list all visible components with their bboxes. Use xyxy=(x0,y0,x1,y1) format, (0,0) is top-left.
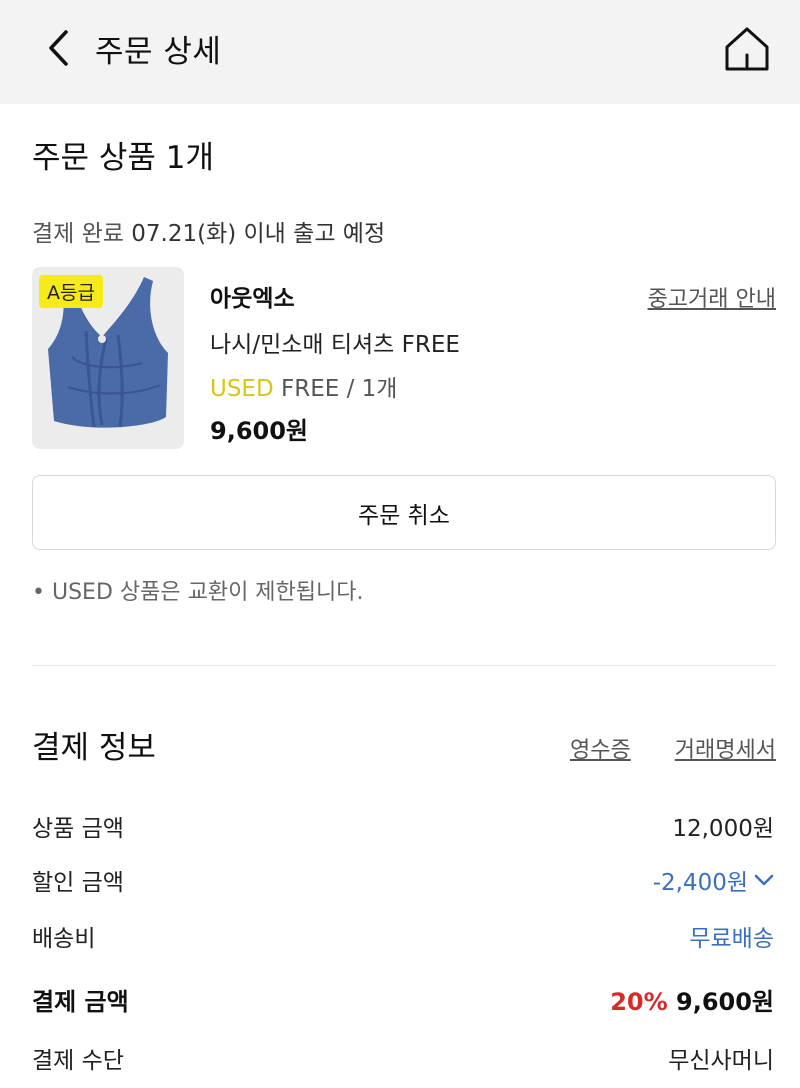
product-price: 9,600원 xyxy=(210,417,308,445)
total-payment-label: 결제 금액 xyxy=(32,988,129,1016)
product-amount-value: 12,000원 xyxy=(672,816,774,842)
total-discount-rate: 20% xyxy=(610,988,668,1016)
total-payment-value: 9,600원 xyxy=(676,988,774,1016)
option-text: FREE / 1개 xyxy=(281,376,398,402)
payment-method-value: 무신사머니 xyxy=(668,1048,774,1074)
used-tag: USED xyxy=(210,376,274,402)
top-app-bar: 주문 상세 xyxy=(0,0,800,104)
chevron-down-icon xyxy=(754,874,774,886)
transaction-statement-link[interactable]: 거래명세서 xyxy=(675,732,776,764)
discount-amount-value: -2,400원 xyxy=(652,870,748,896)
product-amount-label: 상품 금액 xyxy=(32,816,124,842)
product-option: USED FREE / 1개 xyxy=(210,369,397,403)
payment-status: 결제 완료 xyxy=(32,221,124,247)
delivery-schedule: 07.21(화) 이내 출고 예정 xyxy=(131,221,386,247)
product-image[interactable]: A등급 xyxy=(32,267,184,449)
delivery-info: 결제 완료 07.21(화) 이내 출고 예정 xyxy=(32,214,385,248)
section-divider xyxy=(32,665,776,666)
product-name[interactable]: 나시/민소매 티셔츠 FREE xyxy=(210,325,460,359)
shipping-fee-label: 배송비 xyxy=(32,926,96,952)
shipping-fee-value: 무료배송 xyxy=(689,926,774,952)
cancel-order-button[interactable]: 주문 취소 xyxy=(32,475,776,550)
home-icon xyxy=(725,27,769,71)
page-title: 주문 상세 xyxy=(95,34,222,70)
payment-info-title: 결제 정보 xyxy=(32,730,156,766)
home-button[interactable] xyxy=(722,24,772,74)
receipt-link[interactable]: 영수증 xyxy=(570,732,631,764)
used-trade-guide-link[interactable]: 중고거래 안내 xyxy=(648,281,776,313)
total-payment-value-group: 20% 9,600원 xyxy=(610,982,774,1017)
chevron-left-icon xyxy=(49,30,68,66)
discount-amount-toggle[interactable]: -2,400원 xyxy=(653,863,774,897)
payment-method-label: 결제 수단 xyxy=(32,1048,124,1074)
grade-badge: A등급 xyxy=(39,275,103,308)
discount-amount-label: 할인 금액 xyxy=(32,870,124,896)
brand-name[interactable]: 아웃엑소 xyxy=(210,279,295,313)
exchange-notice: • USED 상품은 교환이 제한됩니다. xyxy=(32,580,364,605)
back-button[interactable] xyxy=(38,24,78,72)
order-items-title: 주문 상품 1개 xyxy=(32,140,215,176)
